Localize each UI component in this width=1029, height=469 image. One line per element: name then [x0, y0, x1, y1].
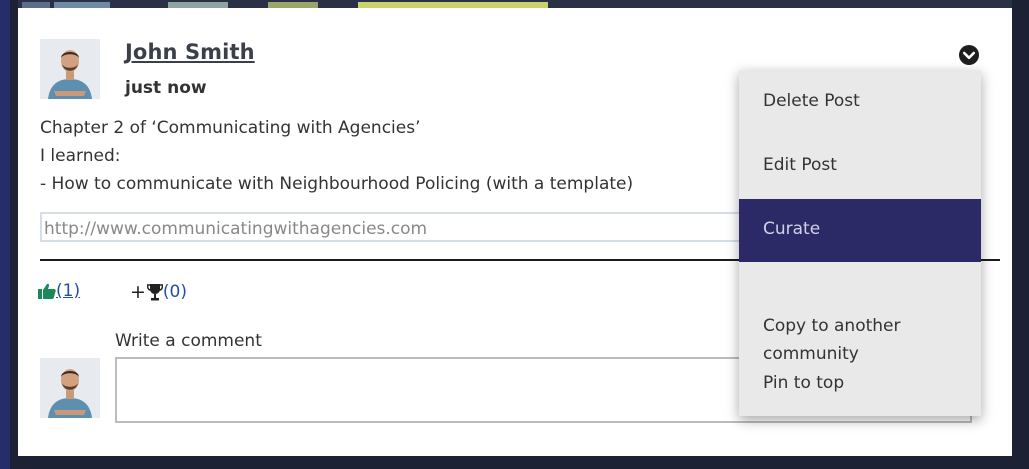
post-body-line-2: I learned: — [40, 146, 121, 166]
menu-item-edit-post[interactable]: Edit Post — [739, 134, 981, 198]
post-body-line-3: - How to communicate with Neighbourhood … — [40, 174, 634, 194]
award-count: (0) — [162, 282, 188, 302]
person-avatar-icon — [40, 39, 100, 99]
menu-item-delete-post[interactable]: Delete Post — [739, 70, 981, 134]
menu-item-label: Pin to top — [763, 373, 845, 393]
award-plus: + — [130, 281, 146, 303]
author-avatar[interactable] — [40, 39, 100, 99]
menu-item-copy-to-community[interactable]: Copy to another community — [739, 262, 981, 364]
post-options-menu: Delete Post Edit Post Curate Copy to ano… — [739, 70, 981, 416]
comment-label: Write a comment — [115, 331, 262, 351]
post-timestamp: just now — [125, 78, 207, 98]
like-count: (1) — [56, 281, 81, 301]
menu-item-label: Edit Post — [763, 155, 837, 175]
menu-item-label: Curate — [763, 219, 821, 239]
post-options-toggle[interactable] — [958, 44, 980, 66]
page: John Smith just now Chapter 2 of ‘Commun… — [0, 0, 1029, 469]
chevron-down-icon — [959, 45, 979, 65]
commenter-avatar — [40, 358, 100, 418]
top-tab-strip — [18, 0, 1012, 8]
left-frame-stripe — [0, 0, 10, 469]
post-body-line-1: Chapter 2 of ‘Communicating with Agencie… — [40, 118, 421, 138]
post-link-field[interactable]: http://www.communicatingwithagencies.com — [40, 212, 780, 242]
person-avatar-icon — [40, 358, 100, 418]
menu-item-curate[interactable]: Curate — [739, 199, 981, 262]
trophy-icon — [146, 284, 163, 301]
author-name-link[interactable]: John Smith — [125, 40, 255, 64]
like-button[interactable]: (1) — [38, 281, 80, 301]
menu-item-label: Delete Post — [763, 91, 860, 111]
award-button[interactable]: + (0) — [130, 281, 187, 303]
thumbs-up-icon — [38, 283, 56, 299]
menu-item-pin-to-top[interactable]: Pin to top — [739, 352, 981, 416]
